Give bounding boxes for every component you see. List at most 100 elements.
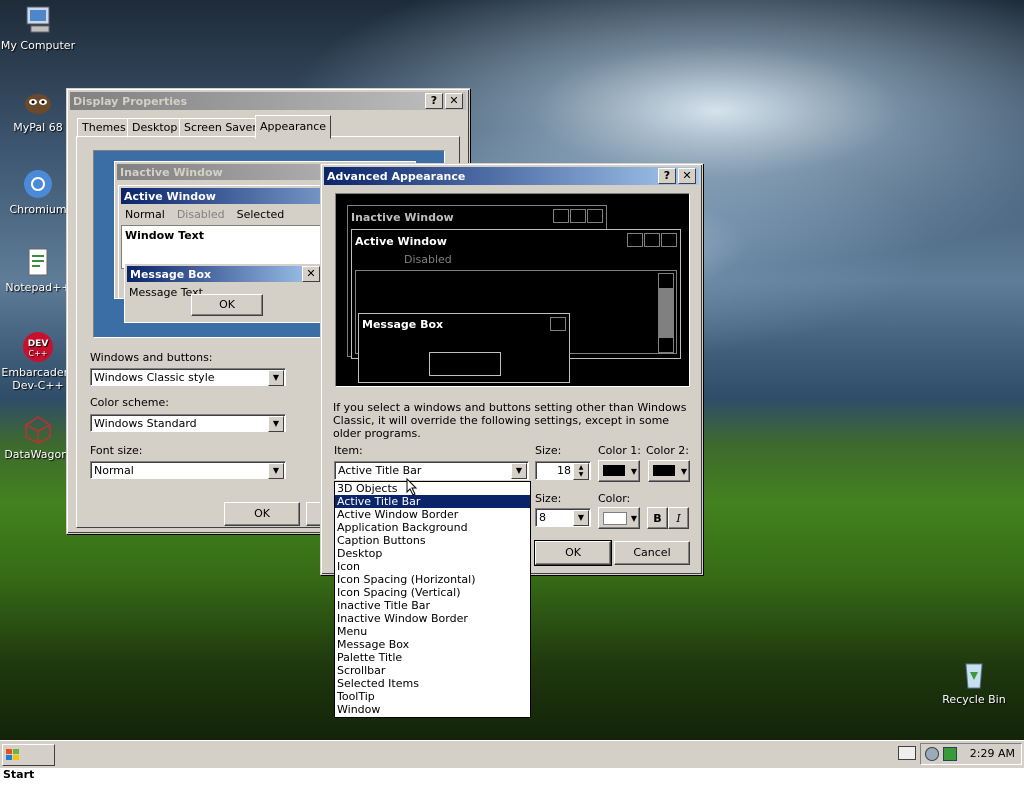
chevron-down-icon: ▼ <box>630 467 637 476</box>
adv-preview-message-box: Message Box <box>358 313 570 383</box>
color-scheme-select[interactable]: Windows Standard ▼ <box>90 414 286 432</box>
list-item[interactable]: Icon Spacing (Horizontal) <box>335 573 530 586</box>
desktop-icon-label: Embarcadero Dev-C++ <box>1 366 75 392</box>
desktop-icon-devcpp[interactable]: DEV C++ Embarcadero Dev-C++ <box>0 331 76 392</box>
bold-button[interactable]: B <box>647 507 668 529</box>
color2-picker[interactable]: ▼ <box>648 460 690 482</box>
font-color-picker[interactable]: ▼ <box>598 507 640 529</box>
list-item[interactable]: Icon <box>335 560 530 573</box>
preview-window-text: Window Text <box>125 229 205 242</box>
ok-button[interactable]: OK <box>224 502 300 526</box>
size-label: Size: <box>535 444 562 457</box>
list-item[interactable]: Message Box <box>335 638 530 651</box>
list-item[interactable]: ToolTip <box>335 690 530 703</box>
list-item[interactable]: Window <box>335 703 530 716</box>
chevron-down-icon[interactable]: ▼ <box>268 463 284 479</box>
adv-preview-scrollbar <box>658 273 674 353</box>
desktop-icon-recycle-bin[interactable]: Recycle Bin <box>936 658 1012 706</box>
chevron-down-icon[interactable]: ▼ <box>511 463 527 479</box>
computer-icon <box>22 4 54 36</box>
system-tray: 2:29 AM <box>920 743 1022 765</box>
list-item[interactable]: Selected Items <box>335 677 530 690</box>
windows-buttons-label: Windows and buttons: <box>90 351 213 364</box>
preview-msgbox-title: Message Box <box>130 267 212 281</box>
tab-themes[interactable]: Themes <box>77 118 131 138</box>
chevron-down-icon: ▼ <box>630 514 637 523</box>
desktop-icon-label: My Computer <box>0 39 76 52</box>
start-button[interactable]: Start <box>2 744 55 781</box>
close-button[interactable]: ✕ <box>445 93 463 109</box>
clock[interactable]: 2:29 AM <box>970 747 1015 760</box>
windows-buttons-value: Windows Classic style <box>94 371 215 384</box>
desktop-icon-label: Recycle Bin <box>942 693 1006 706</box>
list-item[interactable]: Caption Buttons <box>335 534 530 547</box>
desktop-icon-label: MyPal 68 <box>13 121 63 134</box>
size-spinner[interactable]: 18 ▲ ▼ <box>535 461 591 480</box>
display-properties-titlebar[interactable]: Display Properties ? ✕ <box>70 92 466 110</box>
list-item[interactable]: Scrollbar <box>335 664 530 677</box>
desktop-icon-my-computer[interactable]: My Computer <box>0 4 76 52</box>
menu-disabled: Disabled <box>176 208 225 221</box>
close-icon: ✕ <box>302 266 320 282</box>
font-size-select[interactable]: 8 ▼ <box>535 508 591 527</box>
help-button[interactable]: ? <box>658 168 676 184</box>
item-select[interactable]: Active Title Bar ▼ <box>334 461 529 480</box>
security-icon[interactable] <box>943 747 957 761</box>
desktop-icon-chromium[interactable]: Chromium <box>0 168 76 216</box>
list-item[interactable]: 3D Objects <box>335 482 530 495</box>
preview-inactive-title: Inactive Window <box>120 165 223 179</box>
desktop-icon-label: Notepad++ <box>5 281 71 294</box>
start-label: Start <box>3 768 35 781</box>
close-button[interactable]: ✕ <box>678 168 696 184</box>
item-dropdown-list[interactable]: 3D Objects Active Title Bar Active Window … <box>334 481 531 718</box>
color2-label: Color 2: <box>646 444 689 457</box>
list-item[interactable]: Inactive Title Bar <box>335 599 530 612</box>
taskbar: Start 2:29 AM <box>0 740 1024 781</box>
advanced-cancel-button[interactable]: Cancel <box>614 541 690 565</box>
chevron-down-icon[interactable]: ▼ <box>573 510 589 526</box>
font-size-value: 8 <box>539 511 546 524</box>
list-item[interactable]: Icon Spacing (Vertical) <box>335 586 530 599</box>
desktop-icon-mypal[interactable]: MyPal 68 <box>0 86 76 134</box>
desktop-icon-datawagon[interactable]: DataWagon. <box>0 413 76 461</box>
list-item[interactable]: Inactive Window Border <box>335 612 530 625</box>
menu-selected: Selected <box>236 208 285 221</box>
advanced-preview: Inactive Window Active Window Disabled M… <box>335 193 690 387</box>
dialog-title: Advanced Appearance <box>327 169 466 183</box>
tab-screen-saver[interactable]: Screen Saver <box>179 118 262 138</box>
keyboard-icon[interactable] <box>898 746 916 760</box>
windows-logo-icon <box>6 748 20 760</box>
adv-preview-disabled: Disabled <box>404 253 452 266</box>
font-size-label: Font size: <box>90 444 143 457</box>
list-item[interactable]: Application Background <box>335 521 530 534</box>
help-button[interactable]: ? <box>425 93 443 109</box>
list-item[interactable]: Active Title Bar <box>335 495 530 508</box>
list-item[interactable]: Desktop <box>335 547 530 560</box>
windows-buttons-select[interactable]: Windows Classic style ▼ <box>90 368 286 386</box>
list-item[interactable]: Menu <box>335 625 530 638</box>
notepadpp-icon <box>22 246 54 278</box>
font-color-label: Color: <box>598 492 631 505</box>
recycle-bin-icon <box>958 658 990 690</box>
desktop-icon-notepadpp[interactable]: Notepad++ <box>0 246 76 294</box>
desktop-icon-label: DataWagon. <box>4 448 72 461</box>
advanced-appearance-titlebar[interactable]: Advanced Appearance ? ✕ <box>324 167 699 185</box>
advanced-ok-button[interactable]: OK <box>534 540 612 566</box>
color1-picker[interactable]: ▼ <box>598 460 640 482</box>
chevron-down-icon[interactable]: ▼ <box>268 370 284 386</box>
spinner-arrows-icon[interactable]: ▲ ▼ <box>573 463 589 480</box>
preview-ok-button: OK <box>191 294 263 316</box>
tab-desktop[interactable]: Desktop <box>127 118 183 138</box>
size-value: 18 <box>557 464 571 477</box>
tab-appearance[interactable]: Appearance <box>255 115 332 139</box>
menu-normal: Normal <box>125 208 165 221</box>
color-scheme-value: Windows Standard <box>94 417 197 430</box>
list-item[interactable]: Active Window Border <box>335 508 530 521</box>
list-item[interactable]: Palette Title <box>335 651 530 664</box>
font-size-select[interactable]: Normal ▼ <box>90 461 286 479</box>
italic-button[interactable]: I <box>668 507 689 529</box>
datawagon-icon <box>22 413 54 445</box>
network-icon[interactable] <box>925 747 939 761</box>
window-title: Display Properties <box>73 94 188 108</box>
chevron-down-icon[interactable]: ▼ <box>268 416 284 432</box>
